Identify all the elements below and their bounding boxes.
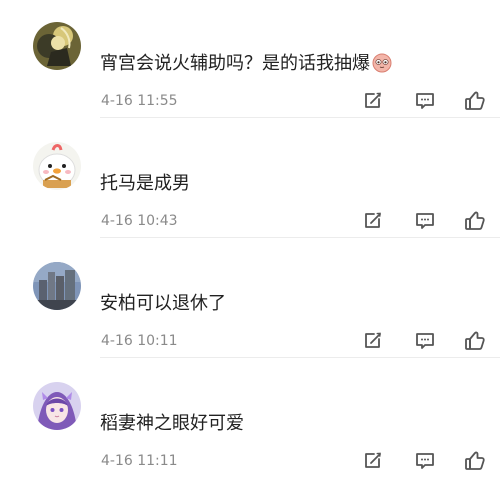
- divider: [100, 357, 500, 358]
- like-button[interactable]: [463, 449, 487, 473]
- comment-text: 宵宫会说火辅助吗？是的话我抽爆: [100, 52, 392, 80]
- comment-button[interactable]: [413, 89, 437, 113]
- share-button[interactable]: [360, 89, 384, 113]
- avatar[interactable]: [33, 22, 81, 70]
- comment-text: 稻妻神之眼好可爱: [100, 413, 244, 434]
- comment-reply-icon: [416, 213, 434, 229]
- share-button[interactable]: [360, 209, 384, 233]
- edit-share-icon: [365, 332, 381, 348]
- avatar[interactable]: [33, 142, 81, 190]
- thumbs-up-icon: [465, 331, 485, 350]
- comment-time: 4-16 10:43: [101, 213, 178, 229]
- comment-time: 4-16 11:11: [101, 453, 178, 469]
- comment-item: 稻妻神之眼好可爱 4-16 11:11: [0, 360, 500, 478]
- divider: [100, 117, 500, 118]
- edit-share-icon: [365, 212, 381, 228]
- comment-reply-icon: [416, 93, 434, 109]
- blushing-face-emoji: [372, 53, 392, 80]
- comment-reply-icon: [416, 453, 434, 469]
- like-button[interactable]: [463, 89, 487, 113]
- comment-text: 安柏可以退休了: [100, 293, 226, 314]
- comment-button[interactable]: [413, 209, 437, 233]
- comment-item: 安柏可以退休了 4-16 10:11: [0, 240, 500, 358]
- comment-button[interactable]: [413, 449, 437, 473]
- like-button[interactable]: [463, 329, 487, 353]
- thumbs-up-icon: [465, 91, 485, 110]
- edit-share-icon: [365, 92, 381, 108]
- comment-time: 4-16 11:55: [101, 93, 178, 109]
- share-button[interactable]: [360, 449, 384, 473]
- edit-share-icon: [365, 452, 381, 468]
- avatar[interactable]: [33, 262, 81, 310]
- avatar[interactable]: [33, 382, 81, 430]
- share-button[interactable]: [360, 329, 384, 353]
- thumbs-up-icon: [465, 451, 485, 470]
- comment-item: 宵宫会说火辅助吗？是的话我抽爆 4-16 11:55: [0, 0, 500, 118]
- comment-item: 托马是成男 4-16 10:43: [0, 120, 500, 238]
- divider: [100, 237, 500, 238]
- comment-reply-icon: [416, 333, 434, 349]
- thumbs-up-icon: [465, 211, 485, 230]
- comment-button[interactable]: [413, 329, 437, 353]
- comment-text: 托马是成男: [100, 173, 190, 194]
- like-button[interactable]: [463, 209, 487, 233]
- comment-time: 4-16 10:11: [101, 333, 178, 349]
